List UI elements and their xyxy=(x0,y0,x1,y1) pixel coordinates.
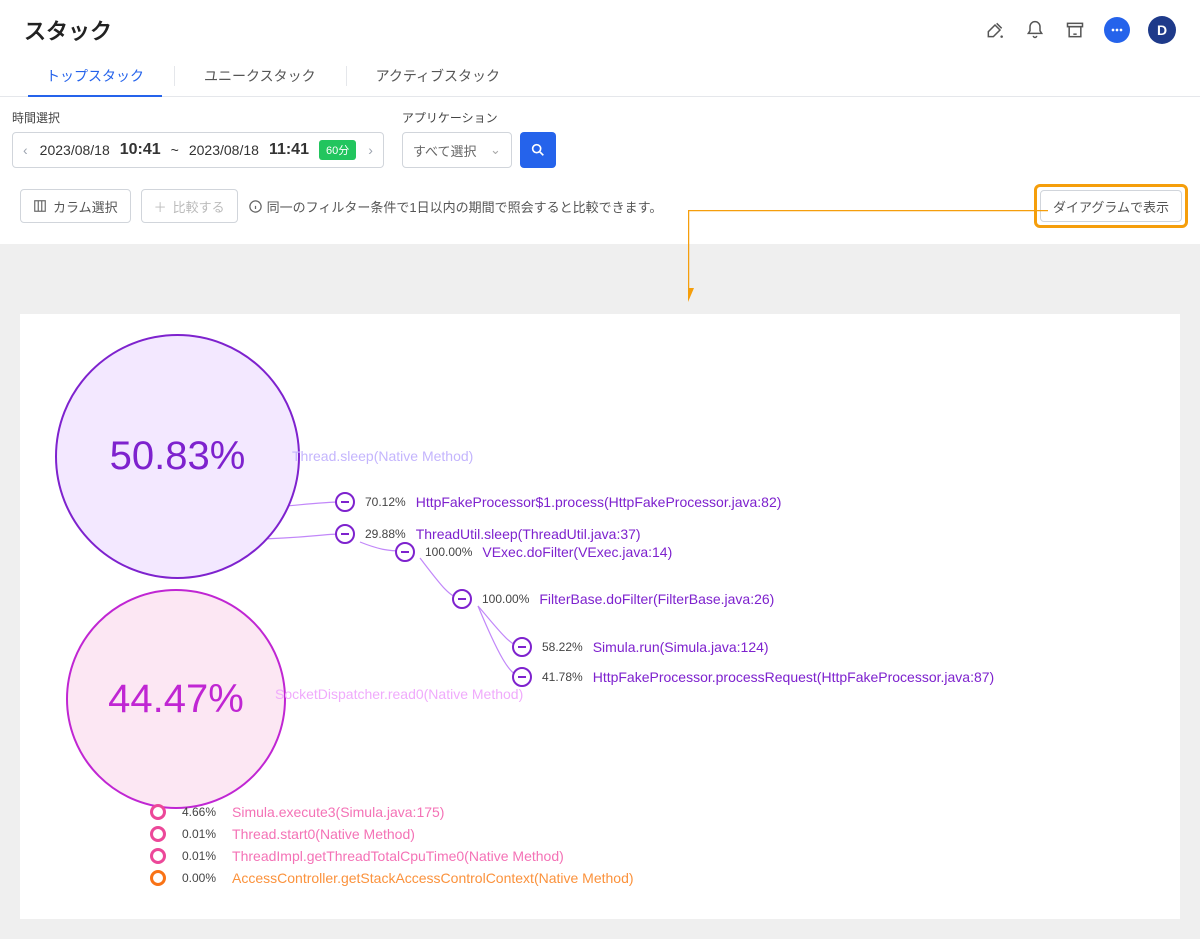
diagram-button-highlight: ダイアグラムで表示 xyxy=(1034,184,1188,228)
small-node-1[interactable]: 0.01% Thread.start0(Native Method) xyxy=(150,826,634,842)
app-select[interactable]: すべて選択 ⌄ xyxy=(402,132,512,168)
node-dot xyxy=(150,826,166,842)
compare-button[interactable]: ＋ 比較する xyxy=(141,189,238,223)
tab-top-stack[interactable]: トップスタック xyxy=(16,56,174,96)
diagram-area: 50.83% Thread.sleep(Native Method) 70.12… xyxy=(0,244,1200,939)
paint-icon[interactable] xyxy=(984,19,1006,41)
page-title: スタック xyxy=(24,14,112,46)
node-filterbase[interactable]: 100.00% FilterBase.doFilter(FilterBase.j… xyxy=(452,589,774,609)
filter-bar: 時間選択 ‹ 2023/08/18 10:41 ~ 2023/08/18 11:… xyxy=(0,97,1200,174)
small-nodes: 4.66% Simula.execute3(Simula.java:175) 0… xyxy=(150,804,634,886)
column-select-button[interactable]: カラム選択 xyxy=(20,189,131,223)
time-to-time: 11:41 xyxy=(269,141,309,159)
compare-hint: 同一のフィルター条件で1日以内の期間で照会すると比較できます。 xyxy=(248,197,663,216)
collapse-icon[interactable] xyxy=(512,637,532,657)
node-dot xyxy=(150,804,166,820)
info-icon xyxy=(248,199,263,214)
node-http-processrequest[interactable]: 41.78% HttpFakeProcessor.processRequest(… xyxy=(512,667,994,687)
archive-icon[interactable] xyxy=(1064,19,1086,41)
small-node-3[interactable]: 0.00% AccessController.getStackAccessCon… xyxy=(150,870,634,886)
node-simula-run[interactable]: 58.22% Simula.run(Simula.java:124) xyxy=(512,637,769,657)
node-vexec[interactable]: 100.00% VExec.doFilter(VExec.java:14) xyxy=(395,542,672,562)
header-icons: D xyxy=(984,16,1176,44)
time-filter: 時間選択 ‹ 2023/08/18 10:41 ~ 2023/08/18 11:… xyxy=(12,109,384,168)
node-http-process[interactable]: 70.12% HttpFakeProcessor$1.process(HttpF… xyxy=(335,492,781,512)
tab-unique-stack[interactable]: ユニークスタック xyxy=(174,56,346,96)
collapse-icon[interactable] xyxy=(335,524,355,544)
time-separator: ~ xyxy=(171,142,179,158)
duration-pill: 60分 xyxy=(319,140,356,160)
root-node-2-label: SocketDispatcher.read0(Native Method) xyxy=(275,686,523,702)
time-label: 時間選択 xyxy=(12,109,384,126)
root-node-1-label: Thread.sleep(Native Method) xyxy=(292,448,473,464)
tabs: トップスタック ユニークスタック アクティブスタック xyxy=(0,56,1200,97)
tab-active-stack[interactable]: アクティブスタック xyxy=(346,56,530,96)
node-dot xyxy=(150,870,166,886)
node-dot xyxy=(150,848,166,864)
bell-icon[interactable] xyxy=(1024,19,1046,41)
app-label: アプリケーション xyxy=(402,109,556,126)
time-from-date: 2023/08/18 xyxy=(40,142,110,158)
collapse-icon[interactable] xyxy=(395,542,415,562)
small-node-0[interactable]: 4.66% Simula.execute3(Simula.java:175) xyxy=(150,804,634,820)
root-node-2[interactable]: 44.47% xyxy=(66,589,286,809)
action-row: カラム選択 ＋ 比較する 同一のフィルター条件で1日以内の期間で照会すると比較で… xyxy=(0,174,1200,244)
app-select-value: すべて選択 xyxy=(413,141,477,160)
plus-icon: ＋ xyxy=(154,197,167,216)
header-bar: スタック D xyxy=(0,0,1200,56)
time-range-picker[interactable]: ‹ 2023/08/18 10:41 ~ 2023/08/18 11:41 60… xyxy=(12,132,384,168)
collapse-icon[interactable] xyxy=(452,589,472,609)
app-filter: アプリケーション すべて選択 ⌄ xyxy=(402,109,556,168)
root-node-1[interactable]: 50.83% xyxy=(55,334,300,579)
avatar[interactable]: D xyxy=(1148,16,1176,44)
collapse-icon[interactable] xyxy=(512,667,532,687)
time-from-time: 10:41 xyxy=(120,141,161,159)
chevron-down-icon: ⌄ xyxy=(490,142,501,158)
chevron-right-icon[interactable]: › xyxy=(366,142,375,158)
search-button[interactable] xyxy=(520,132,556,168)
chevron-left-icon[interactable]: ‹ xyxy=(21,142,30,158)
time-to-date: 2023/08/18 xyxy=(189,142,259,158)
collapse-icon[interactable] xyxy=(335,492,355,512)
chat-icon[interactable] xyxy=(1104,17,1130,43)
small-node-2[interactable]: 0.01% ThreadImpl.getThreadTotalCpuTime0(… xyxy=(150,848,634,864)
diagram-canvas[interactable]: 50.83% Thread.sleep(Native Method) 70.12… xyxy=(20,314,1180,919)
node-threadutil-sleep[interactable]: 29.88% ThreadUtil.sleep(ThreadUtil.java:… xyxy=(335,524,641,544)
diagram-view-button[interactable]: ダイアグラムで表示 xyxy=(1040,190,1182,222)
